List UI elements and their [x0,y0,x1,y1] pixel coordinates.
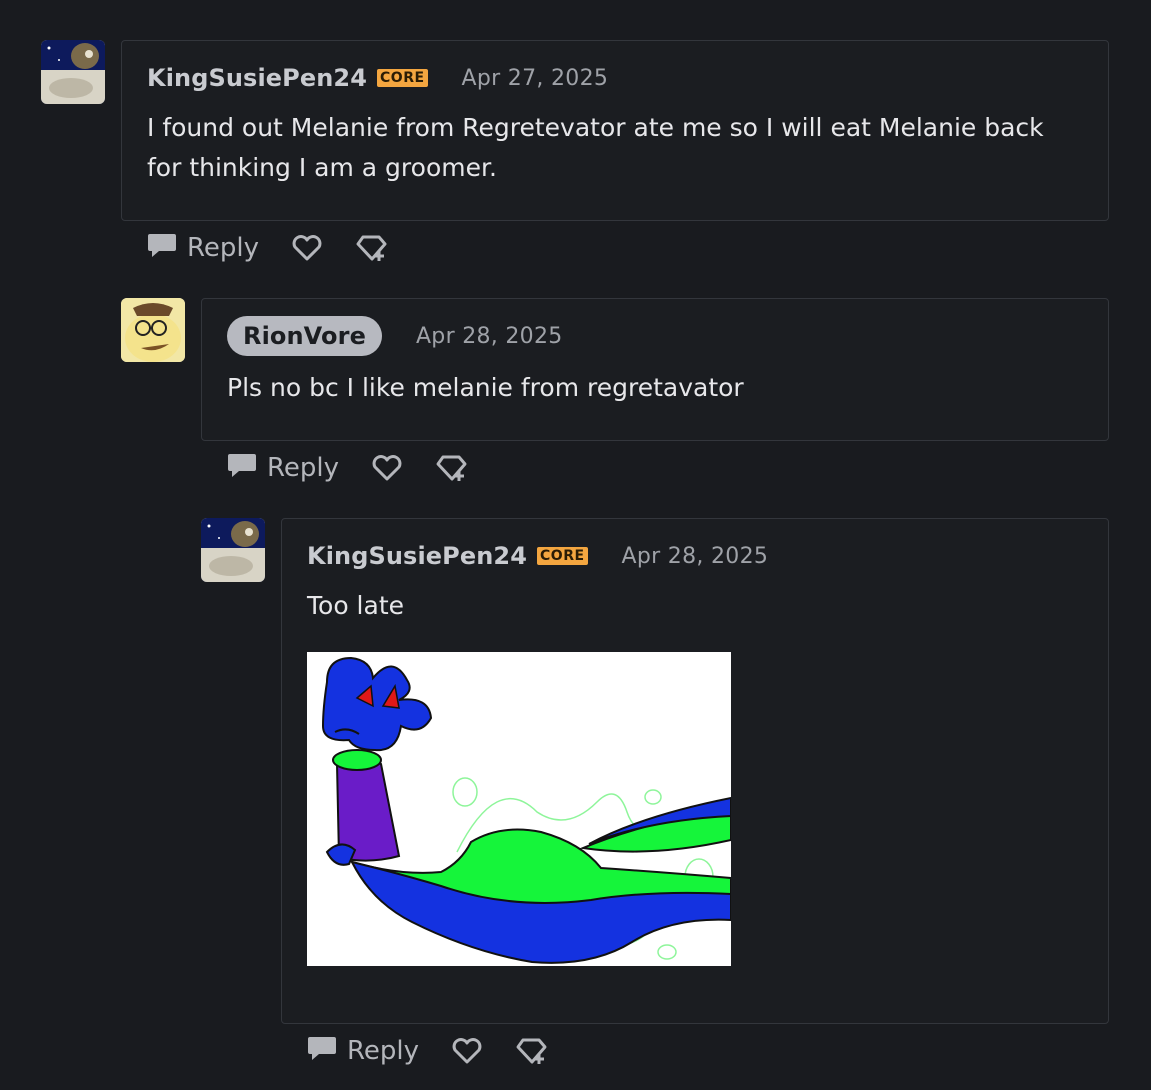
username[interactable]: RionVore [227,316,382,356]
heart-icon[interactable] [371,453,403,483]
comment-date: Apr 28, 2025 [415,323,563,349]
heart-icon[interactable] [451,1036,483,1066]
avatar-rionvore[interactable] [121,298,185,362]
comment-header: KingSusiePen24 CORE Apr 28, 2025 [307,542,768,570]
avatar-kingsusiepen24[interactable] [201,518,265,582]
comment-actions: Reply [147,228,389,268]
username[interactable]: KingSusiePen24 [147,64,367,92]
comment-text: Too late [307,591,405,620]
avatar-kingsusiepen24[interactable] [41,40,105,104]
username[interactable]: KingSusiePen24 [307,542,527,570]
comment-text: Pls no bc I like melanie from regretavat… [227,373,744,402]
reply-button[interactable]: Reply [307,1033,419,1070]
core-badge: CORE [377,69,428,87]
gem-plus-icon[interactable] [435,453,469,483]
comment-header: RionVore Apr 28, 2025 [227,316,563,356]
reply-button[interactable]: Reply [147,230,259,267]
reply-label: Reply [267,453,340,483]
comment-actions: Reply [227,448,469,488]
core-badge: CORE [537,547,588,565]
speech-bubble-icon [307,1033,347,1070]
comment-actions: Reply [307,1031,549,1071]
comment-date: Apr 28, 2025 [621,543,769,569]
heart-icon[interactable] [291,233,323,263]
reply-button[interactable]: Reply [227,450,339,487]
attached-drawing[interactable] [307,652,731,966]
comment-header: KingSusiePen24 CORE Apr 27, 2025 [147,64,608,92]
comment-date: Apr 27, 2025 [461,65,609,91]
reply-label: Reply [187,233,260,263]
speech-bubble-icon [147,230,187,267]
gem-plus-icon[interactable] [515,1036,549,1066]
gem-plus-icon[interactable] [355,233,389,263]
comment-text: I found out Melanie from Regretevator at… [147,113,1044,182]
reply-label: Reply [347,1036,420,1066]
speech-bubble-icon [227,450,267,487]
